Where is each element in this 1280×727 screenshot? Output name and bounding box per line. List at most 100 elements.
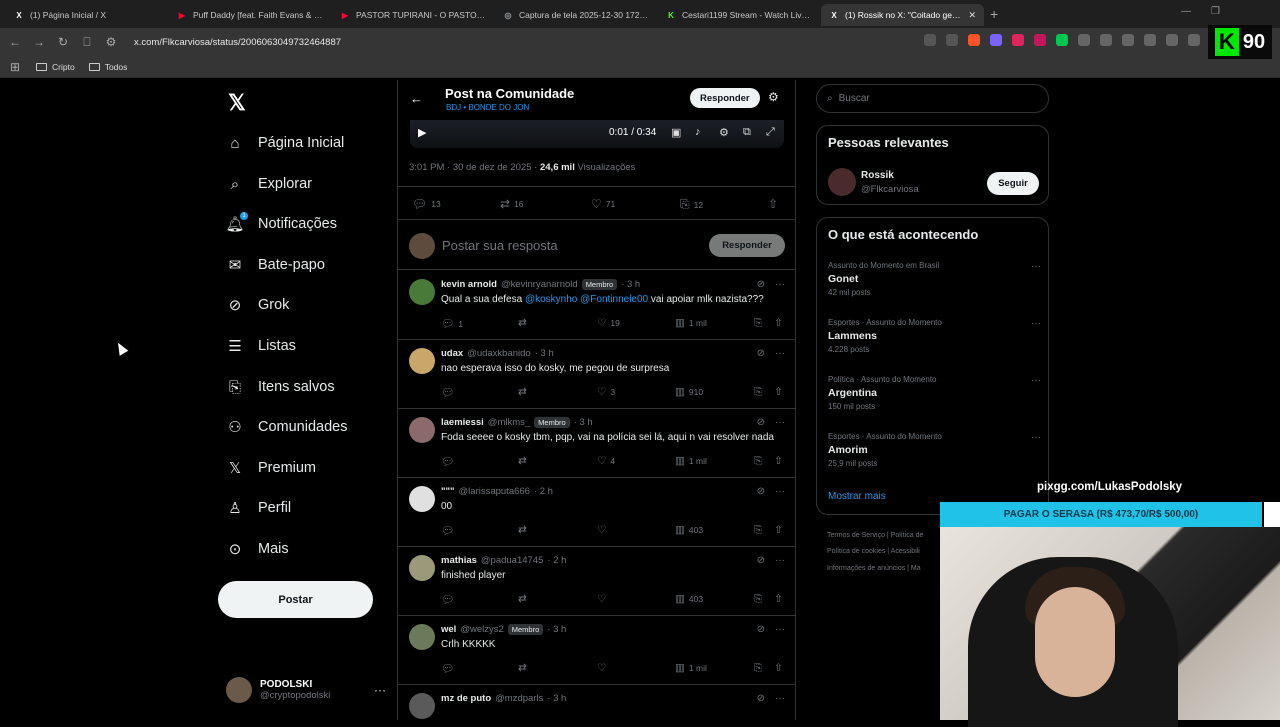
mention-links[interactable]: @koskynho @Fontinnele00 [525, 294, 648, 305]
reply-post[interactable]: laemiessi @mlkms_ Membro · 3 h ⊘ ··· Foda seee… [398, 409, 795, 478]
post-time[interactable]: · 3 h [547, 624, 566, 635]
nav-item-mais[interactable]: ⊙ Mais [226, 537, 289, 561]
footer-links[interactable]: Informações de anúncios | Ma [827, 565, 921, 572]
like-action[interactable]: ♡ [597, 662, 610, 674]
apps-grid-icon[interactable]: ⊞ [8, 60, 22, 74]
more-icon[interactable]: ··· [775, 417, 785, 428]
trend-item[interactable]: Esportes · Assunto do Momento Lammens 4.22… [828, 318, 1043, 354]
reply-button[interactable]: Responder [690, 88, 760, 108]
author-handle[interactable]: @padua14745 [481, 555, 543, 566]
extension-icon[interactable] [1012, 34, 1024, 46]
post-time[interactable]: · 3 h [574, 417, 593, 428]
bookmark-action[interactable]: ⎘ [754, 593, 762, 606]
author-name[interactable]: """ [441, 486, 455, 497]
nav-item-perfil[interactable]: ♙ Perfil [226, 496, 291, 520]
bookmark-page-icon[interactable]: ⎕ [80, 35, 94, 50]
like-action[interactable]: ♡ 71 [591, 197, 615, 211]
author-handle[interactable]: @mlkms_ [488, 417, 530, 428]
share-action[interactable]: ⇧ [768, 197, 778, 211]
reply-post[interactable]: mz de puto@mzdparls· 3 h⊘···💬︎⇄♡▥⎘⇧ [398, 685, 795, 720]
volume-icon[interactable]: ♪ [695, 126, 701, 138]
nav-item-notifica-es[interactable]: 🔔︎ 1 Notificações [225, 212, 337, 236]
grok-icon[interactable]: ⊘ [757, 417, 765, 428]
new-tab-icon[interactable]: + [990, 6, 998, 22]
bookmark-action[interactable]: ⎘ 12 [680, 197, 703, 212]
avatar[interactable] [409, 486, 435, 512]
grok-icon[interactable]: ⊘ [757, 279, 765, 290]
author-name[interactable]: kevin arnold [441, 279, 497, 290]
reply-action[interactable]: 💬︎ [441, 524, 458, 537]
extension-icon[interactable] [1056, 34, 1068, 46]
author-handle[interactable]: @kevinryanarnold [501, 279, 578, 290]
captions-icon[interactable]: ▣ [671, 126, 681, 139]
more-icon[interactable]: ··· [775, 279, 785, 290]
more-icon[interactable]: ··· [775, 624, 785, 635]
minimize-icon[interactable]: — [1181, 6, 1191, 17]
nav-item-grok[interactable]: ⊘ Grok [226, 293, 290, 317]
avatar[interactable] [409, 693, 435, 719]
x-logo-icon[interactable]: 𝕏 [228, 90, 246, 116]
brave-shield-icon[interactable] [968, 34, 980, 46]
footer-links[interactable]: Termos de Serviço | Política de [827, 532, 923, 539]
grok-icon[interactable]: ⊘ [757, 486, 765, 497]
author-handle[interactable]: @udaxkbanido [467, 348, 531, 359]
pip-icon[interactable]: ⧉ [743, 126, 751, 139]
profile-icon[interactable] [1188, 34, 1200, 46]
views-action[interactable]: ▥ 1 mil [675, 662, 707, 674]
more-icon[interactable]: ··· [775, 348, 785, 359]
reply-action[interactable]: 💬︎ [441, 593, 458, 606]
browser-tab[interactable]: ▶ Puff Daddy [feat. Faith Evans & 112] [169, 4, 332, 26]
post-button[interactable]: Postar [218, 581, 373, 618]
avatar[interactable] [828, 168, 856, 196]
nav-item-bate-papo[interactable]: ✉ Bate-papo [226, 253, 325, 277]
author-name[interactable]: udax [441, 348, 463, 359]
nav-item-comunidades[interactable]: ⚇ Comunidades [226, 415, 347, 439]
like-action[interactable]: ♡ [597, 593, 610, 605]
avatar[interactable] [409, 279, 435, 305]
sidebar-icon[interactable] [1166, 34, 1178, 46]
reply-post[interactable]: wel @welzys2 Membro · 3 h ⊘ ··· Crlh KKKKK 💬︎ ⇄ ♡… [398, 616, 795, 685]
browser-tab[interactable]: ▶ PASTOR TUPIRANI - O PASTOR INCA [332, 4, 495, 26]
extension-icon[interactable] [1122, 34, 1134, 46]
author-name[interactable]: wel [441, 624, 456, 635]
post-time[interactable]: · 3 h [547, 693, 566, 704]
trend-item[interactable]: Política · Assunto do Momento Argentina 15… [828, 375, 1043, 411]
settings-icon[interactable]: ⚙ [719, 126, 729, 139]
bookmark-action[interactable]: ⎘ [754, 386, 762, 399]
reply-action[interactable]: 💬︎ [441, 455, 458, 468]
share-action[interactable]: ⇧ [774, 317, 783, 329]
views-action[interactable]: ▥ 910 [675, 386, 703, 398]
more-icon[interactable]: ··· [1031, 432, 1041, 443]
bookmark-action[interactable]: ⎘ [754, 455, 762, 468]
screen-icon[interactable] [924, 34, 936, 46]
nav-item-p-gina-inicial[interactable]: ⌂ Página Inicial [226, 131, 344, 155]
more-icon[interactable]: ··· [775, 555, 785, 566]
post-time[interactable]: · 3 h [621, 279, 640, 290]
share-action[interactable]: ⇧ [774, 593, 783, 605]
reply-action[interactable]: 💬︎ [441, 386, 458, 399]
nav-item-listas[interactable]: ☰ Listas [226, 334, 296, 358]
browser-tab[interactable]: X (1) Página Inicial / X [6, 4, 169, 26]
share-action[interactable]: ⇧ [774, 524, 783, 536]
repost-action[interactable]: ⇄ [518, 662, 527, 674]
back-arrow-icon[interactable]: ← [410, 91, 423, 106]
bookmark-folder[interactable]: Cripto [36, 62, 75, 72]
post-timestamp[interactable]: 3:01 PM · 30 de dez de 2025 · [409, 162, 540, 173]
search-input[interactable]: ⌕ Buscar [816, 84, 1049, 113]
views-action[interactable]: ▥ 1 mil [675, 455, 707, 467]
play-icon[interactable]: ▶ [418, 126, 426, 139]
post-time[interactable]: · 2 h [534, 486, 553, 497]
reply-action[interactable]: 💬︎ 13 [412, 197, 441, 211]
views-action[interactable]: ▥ 403 [675, 593, 703, 605]
browser-tab[interactable]: ◎ Captura de tela 2025-12-30 172756 [495, 4, 658, 26]
bookmark-action[interactable]: ⎘ [754, 524, 762, 537]
reply-action[interactable]: 💬︎ 1 [441, 317, 463, 330]
more-icon[interactable]: ··· [775, 693, 785, 704]
filter-icon[interactable]: ⚙ [768, 90, 779, 104]
share-action[interactable]: ⇧ [774, 386, 783, 398]
account-switcher[interactable]: PODOLSKI @cryptopodolski ··· [226, 674, 386, 706]
views-action[interactable]: ▥ 403 [675, 524, 703, 536]
more-icon[interactable]: ··· [374, 683, 386, 697]
site-info-icon[interactable]: ⚙ [104, 35, 118, 49]
reply-submit-button[interactable]: Responder [709, 234, 785, 257]
